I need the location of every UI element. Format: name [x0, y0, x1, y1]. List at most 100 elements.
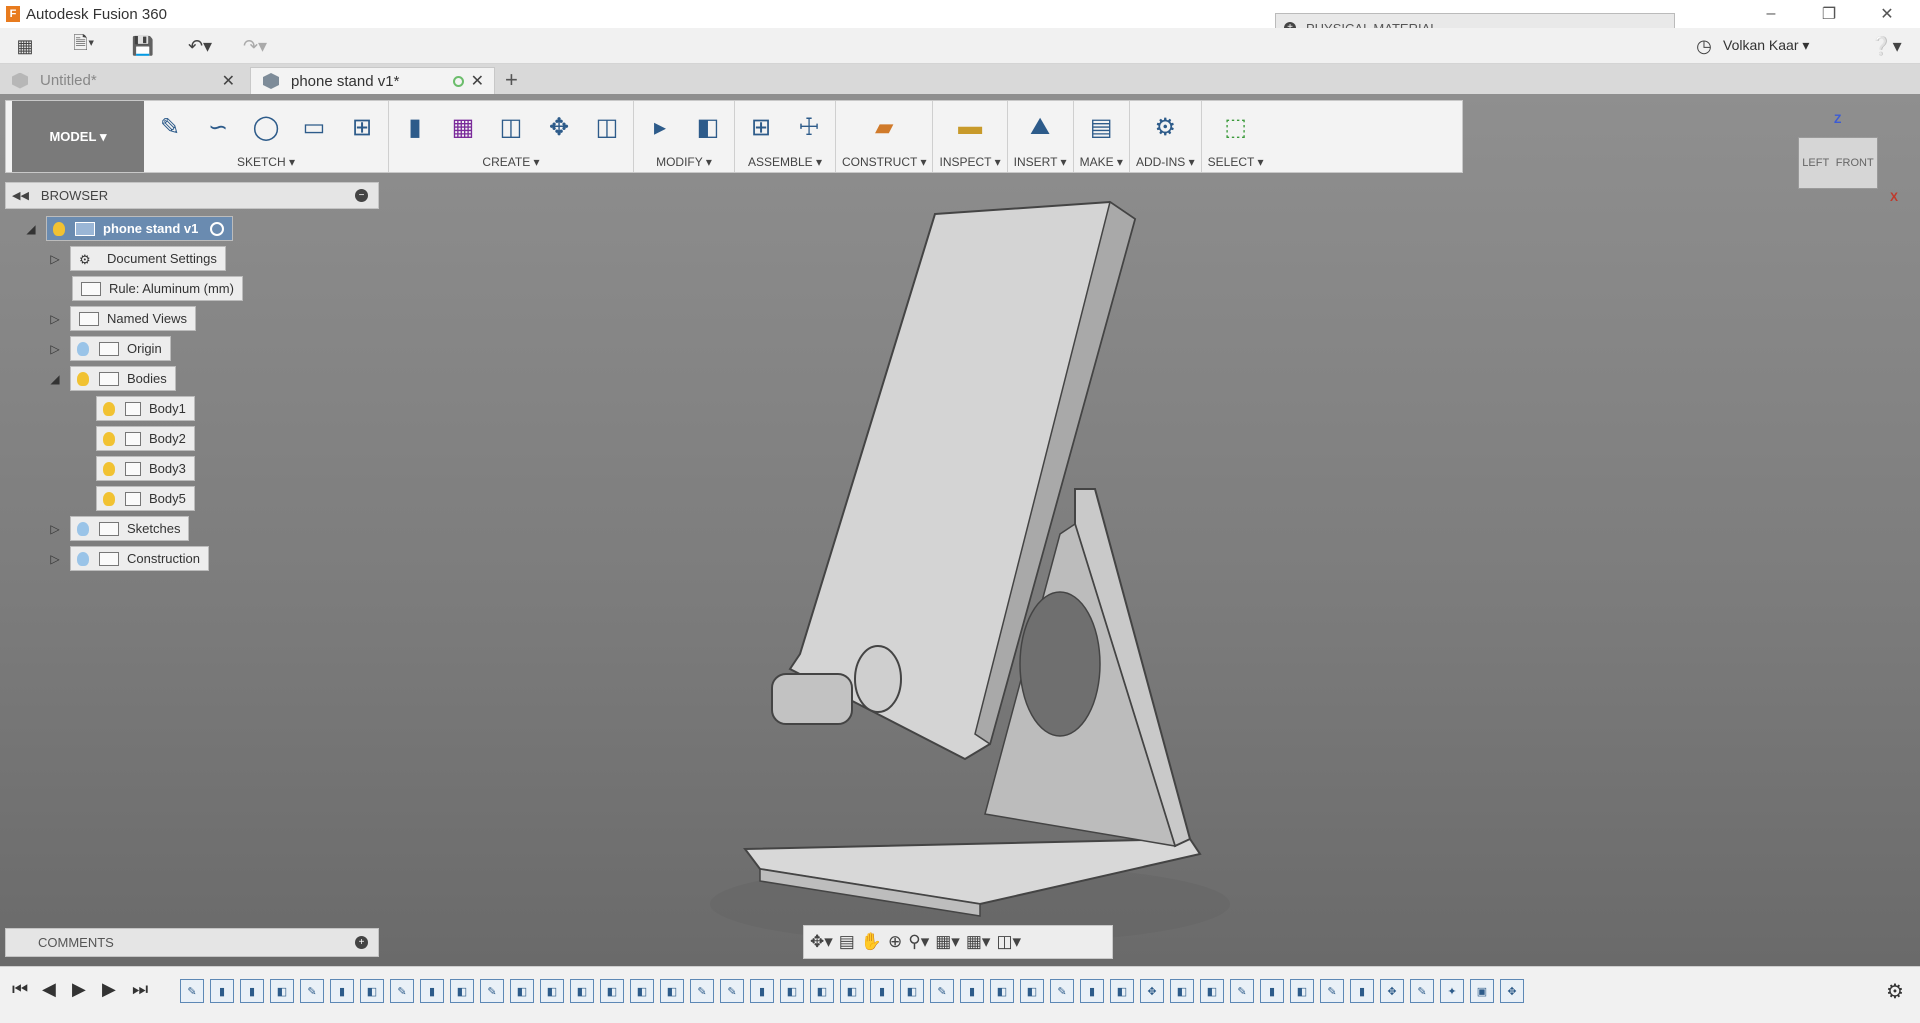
- comments-panel[interactable]: COMMENTS +: [5, 928, 379, 957]
- select-icon[interactable]: ⬚: [1216, 107, 1256, 147]
- extrude-feature-icon[interactable]: ▮: [1080, 979, 1104, 1003]
- mirror-icon[interactable]: ◫: [587, 107, 627, 147]
- collapsed-arrow-icon[interactable]: ▷: [48, 342, 62, 356]
- new-component-icon[interactable]: ⊞: [741, 107, 781, 147]
- close-tab-icon[interactable]: ✕: [471, 71, 484, 91]
- workspace-switcher[interactable]: MODEL ▾: [12, 101, 144, 172]
- step-back-icon[interactable]: ◀: [42, 979, 56, 1000]
- add-comment-icon[interactable]: +: [355, 936, 368, 949]
- grid-icon[interactable]: ▦▾: [966, 932, 991, 952]
- sketch-menu[interactable]: SKETCH ▾: [237, 153, 295, 171]
- fillet-feature-icon[interactable]: ◧: [570, 979, 594, 1003]
- joint-icon[interactable]: ☩: [789, 107, 829, 147]
- redo-icon[interactable]: ↷▾: [235, 34, 275, 58]
- 3d-viewport[interactable]: [0, 94, 1920, 966]
- sketch-feature-icon[interactable]: ✎: [930, 979, 954, 1003]
- display-settings-icon[interactable]: ▦▾: [935, 932, 960, 952]
- extrude-feature-icon[interactable]: ▮: [240, 979, 264, 1003]
- body5-node[interactable]: Body5: [96, 486, 195, 511]
- move-icon[interactable]: ✥: [539, 107, 579, 147]
- visibility-bulb-icon[interactable]: [77, 521, 89, 536]
- point-feature-icon[interactable]: ✦: [1440, 979, 1464, 1003]
- extrude-icon[interactable]: ▮: [395, 107, 435, 147]
- sketch-feature-icon[interactable]: ✎: [1050, 979, 1074, 1003]
- extrude-feature-icon[interactable]: ▮: [870, 979, 894, 1003]
- offset-plane-icon[interactable]: ▰: [864, 107, 904, 147]
- 3d-print-icon[interactable]: ▤: [1081, 107, 1121, 147]
- fillet-feature-icon[interactable]: ◧: [840, 979, 864, 1003]
- insert-menu[interactable]: INSERT ▾: [1014, 153, 1067, 171]
- sketch-feature-icon[interactable]: ✎: [720, 979, 744, 1003]
- restore-icon[interactable]: ❐: [1800, 0, 1858, 28]
- form-icon[interactable]: ▦: [443, 107, 483, 147]
- fillet-feature-icon[interactable]: ◧: [510, 979, 534, 1003]
- undo-icon[interactable]: ↶▾: [180, 34, 220, 58]
- sketch-feature-icon[interactable]: ✎: [690, 979, 714, 1003]
- left-face-label[interactable]: LEFT: [1802, 157, 1829, 169]
- expanded-arrow-icon[interactable]: ◢: [24, 222, 38, 236]
- step-forward-icon[interactable]: ▶: [102, 979, 116, 1000]
- move-feature-icon[interactable]: ✥: [1140, 979, 1164, 1003]
- activate-radio-icon[interactable]: [210, 221, 225, 236]
- look-at-icon[interactable]: ▤: [839, 932, 855, 952]
- sketch-feature-icon[interactable]: ✎: [1320, 979, 1344, 1003]
- fillet-feature-icon[interactable]: ◧: [1110, 979, 1134, 1003]
- visibility-bulb-icon[interactable]: [103, 461, 115, 476]
- go-to-end-icon[interactable]: ⏭: [132, 979, 148, 1000]
- go-to-start-icon[interactable]: ⏮: [12, 979, 28, 1000]
- visibility-bulb-icon[interactable]: [103, 401, 115, 416]
- close-window-icon[interactable]: ✕: [1858, 0, 1916, 28]
- move-feature-icon[interactable]: ✥: [1500, 979, 1524, 1003]
- combine-feature-icon[interactable]: ▣: [1470, 979, 1494, 1003]
- scripts-icon[interactable]: ⚙: [1145, 107, 1185, 147]
- pan-icon[interactable]: ✋: [861, 932, 882, 952]
- origin-node[interactable]: Origin: [70, 336, 171, 361]
- construction-node[interactable]: Construction: [70, 546, 209, 571]
- create-sketch-icon[interactable]: ✎: [150, 107, 190, 147]
- modify-menu[interactable]: MODIFY ▾: [656, 153, 712, 171]
- extrude-feature-icon[interactable]: ▮: [330, 979, 354, 1003]
- fillet-feature-icon[interactable]: ◧: [810, 979, 834, 1003]
- collapsed-arrow-icon[interactable]: ▷: [48, 252, 62, 266]
- fillet-feature-icon[interactable]: ◧: [630, 979, 654, 1003]
- user-account-menu[interactable]: Volkan Kaar ▾: [1723, 37, 1809, 54]
- visibility-bulb-icon[interactable]: [77, 551, 89, 566]
- collapsed-arrow-icon[interactable]: ▷: [48, 552, 62, 566]
- fillet-feature-icon[interactable]: ◧: [600, 979, 624, 1003]
- visibility-bulb-icon[interactable]: [77, 371, 89, 386]
- extrude-feature-icon[interactable]: ▮: [1260, 979, 1284, 1003]
- visibility-bulb-icon[interactable]: [53, 221, 65, 236]
- fillet-icon[interactable]: ◧: [688, 107, 728, 147]
- circle-icon[interactable]: ◯: [246, 107, 286, 147]
- bodies-node[interactable]: Bodies: [70, 366, 176, 391]
- fillet-feature-icon[interactable]: ◧: [660, 979, 684, 1003]
- press-pull-icon[interactable]: ▸: [640, 107, 680, 147]
- insert-image-icon[interactable]: ⛰: [1020, 107, 1060, 147]
- fit-icon[interactable]: ⚲▾: [908, 932, 929, 952]
- fillet-feature-icon[interactable]: ◧: [990, 979, 1014, 1003]
- point-icon[interactable]: ⊞: [342, 107, 382, 147]
- sketch-feature-icon[interactable]: ✎: [300, 979, 324, 1003]
- make-menu[interactable]: MAKE ▾: [1080, 153, 1123, 171]
- body1-node[interactable]: Body1: [96, 396, 195, 421]
- fillet-feature-icon[interactable]: ◧: [1170, 979, 1194, 1003]
- sketch-feature-icon[interactable]: ✎: [390, 979, 414, 1003]
- pin-icon[interactable]: −: [355, 189, 368, 202]
- sketch-feature-icon[interactable]: ✎: [180, 979, 204, 1003]
- root-component[interactable]: phone stand v1: [46, 216, 234, 241]
- play-icon[interactable]: ▶: [72, 979, 86, 1000]
- viewports-icon[interactable]: ◫▾: [996, 932, 1021, 952]
- zoom-icon[interactable]: ⊕: [888, 932, 902, 952]
- document-settings-node[interactable]: ⚙ Document Settings: [70, 246, 226, 271]
- fillet-feature-icon[interactable]: ◧: [1200, 979, 1224, 1003]
- fillet-feature-icon[interactable]: ◧: [450, 979, 474, 1003]
- fillet-feature-icon[interactable]: ◧: [360, 979, 384, 1003]
- save-icon[interactable]: 💾: [130, 34, 156, 58]
- fillet-feature-icon[interactable]: ◧: [1290, 979, 1314, 1003]
- sketch-feature-icon[interactable]: ✎: [480, 979, 504, 1003]
- select-menu[interactable]: SELECT ▾: [1208, 153, 1264, 171]
- rectangle-icon[interactable]: ▭: [294, 107, 334, 147]
- add-ins-menu[interactable]: ADD-INS ▾: [1136, 153, 1195, 171]
- job-status-icon[interactable]: ◷: [1692, 34, 1716, 58]
- extrude-feature-icon[interactable]: ▮: [1350, 979, 1374, 1003]
